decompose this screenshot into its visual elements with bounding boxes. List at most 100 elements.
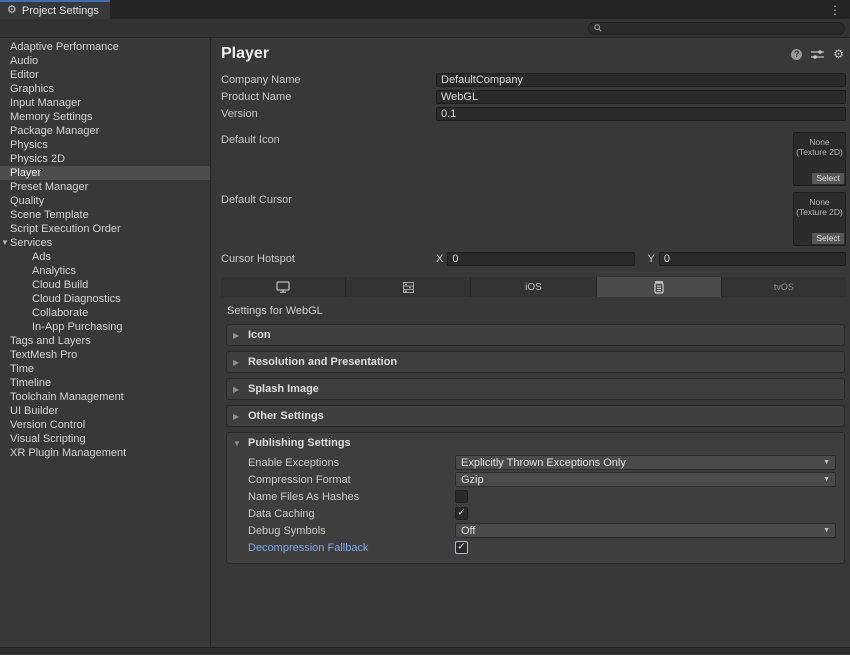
company-name-input[interactable] — [436, 73, 846, 87]
setting-row-debug-symbols: Debug Symbols Off ▼ — [227, 522, 836, 539]
gear-icon[interactable]: ⚙ — [833, 48, 844, 60]
sidebar-item-script-execution-order[interactable]: Script Execution Order — [0, 222, 210, 236]
object-value: None — [794, 197, 845, 207]
section-header-publishing-settings[interactable]: ▼ Publishing Settings — [227, 433, 844, 453]
select-button[interactable]: Select — [812, 233, 844, 244]
tab-title: Project Settings — [22, 5, 99, 17]
sidebar-item-physics[interactable]: Physics — [0, 138, 210, 152]
sidebar-item-label: Services — [10, 237, 52, 249]
cursor-hotspot-x-input[interactable] — [447, 252, 634, 266]
sidebar-item-textmesh-pro[interactable]: TextMesh Pro — [0, 348, 210, 362]
setting-row-compression-format: Compression Format Gzip ▼ — [227, 471, 836, 488]
sidebar-item-package-manager[interactable]: Package Manager — [0, 124, 210, 138]
sidebar-item-xr-plugin-management[interactable]: XR Plugin Management — [0, 446, 210, 460]
decompression-fallback-checkbox[interactable]: ✓ — [455, 541, 468, 554]
section-header-splash-image[interactable]: ▶ Splash Image — [227, 379, 844, 399]
debug-symbols-dropdown[interactable]: Off ▼ — [455, 523, 836, 538]
search-field[interactable] — [588, 22, 845, 35]
section-label: Other Settings — [248, 410, 324, 422]
sidebar-item-collaborate[interactable]: Collaborate — [0, 306, 210, 320]
foldout-closed-icon: ▶ — [233, 385, 242, 394]
product-name-input[interactable] — [436, 90, 846, 104]
check-icon: ✓ — [457, 542, 465, 552]
tab-dedicated-server[interactable] — [346, 277, 471, 297]
sidebar-item-input-manager[interactable]: Input Manager — [0, 96, 210, 110]
enable-exceptions-dropdown[interactable]: Explicitly Thrown Exceptions Only ▼ — [455, 455, 836, 470]
decompression-fallback-label: Decompression Fallback — [248, 542, 455, 554]
settings-toolbar — [0, 19, 850, 38]
platform-tab-bar: iOS tvOS — [221, 277, 846, 297]
tab-label: tvOS — [774, 282, 794, 292]
default-cursor-object-picker[interactable]: None (Texture 2D) Select — [793, 192, 846, 246]
sidebar-item-services[interactable]: ▼Services — [0, 236, 210, 250]
section-other-settings: ▶ Other Settings — [226, 405, 845, 427]
company-name-label: Company Name — [221, 74, 436, 86]
data-caching-label: Data Caching — [248, 508, 455, 520]
default-icon-object-picker[interactable]: None (Texture 2D) Select — [793, 132, 846, 186]
sidebar-item-preset-manager[interactable]: Preset Manager — [0, 180, 210, 194]
sidebar-item-in-app-purchasing[interactable]: In-App Purchasing — [0, 320, 210, 334]
section-header-other-settings[interactable]: ▶ Other Settings — [227, 406, 844, 426]
default-cursor-label: Default Cursor — [221, 192, 292, 206]
sidebar-item-quality[interactable]: Quality — [0, 194, 210, 208]
sidebar-item-physics-2d[interactable]: Physics 2D — [0, 152, 210, 166]
page-title: Player — [221, 45, 269, 63]
sidebar-item-player[interactable]: Player — [0, 166, 210, 180]
search-input[interactable] — [605, 23, 839, 34]
dropdown-value: Off — [461, 525, 475, 537]
sidebar-item-time[interactable]: Time — [0, 362, 210, 376]
dropdown-value: Explicitly Thrown Exceptions Only — [461, 457, 626, 469]
data-caching-checkbox[interactable]: ✓ — [455, 507, 468, 520]
project-settings-tab[interactable]: ⚙ Project Settings — [0, 0, 110, 19]
foldout-closed-icon: ▶ — [233, 412, 242, 421]
cursor-hotspot-y-input[interactable] — [659, 252, 846, 266]
settings-for-platform-heading: Settings for WebGL — [221, 305, 846, 317]
sidebar-item-memory-settings[interactable]: Memory Settings — [0, 110, 210, 124]
sidebar-item-toolchain-management[interactable]: Toolchain Management — [0, 390, 210, 404]
presets-icon[interactable] — [811, 49, 824, 60]
x-axis-label: X — [436, 253, 447, 265]
settings-sidebar: Adaptive Performance Audio Editor Graphi… — [0, 38, 211, 647]
tab-ios[interactable]: iOS — [471, 277, 596, 297]
foldout-open-icon: ▼ — [233, 439, 242, 448]
section-header-resolution[interactable]: ▶ Resolution and Presentation — [227, 352, 844, 372]
object-type: (Texture 2D) — [794, 147, 845, 157]
sidebar-item-version-control[interactable]: Version Control — [0, 418, 210, 432]
sidebar-item-graphics[interactable]: Graphics — [0, 82, 210, 96]
cursor-hotspot-label: Cursor Hotspot — [221, 253, 436, 265]
window-titlebar: ⚙ Project Settings ⋮ — [0, 0, 850, 19]
sidebar-item-cloud-diagnostics[interactable]: Cloud Diagnostics — [0, 292, 210, 306]
sidebar-item-scene-template[interactable]: Scene Template — [0, 208, 210, 222]
compression-format-dropdown[interactable]: Gzip ▼ — [455, 472, 836, 487]
sidebar-item-ui-builder[interactable]: UI Builder — [0, 404, 210, 418]
sidebar-item-visual-scripting[interactable]: Visual Scripting — [0, 432, 210, 446]
version-input[interactable] — [436, 107, 846, 121]
check-icon: ✓ — [457, 508, 465, 518]
section-header-icon[interactable]: ▶ Icon — [227, 325, 844, 345]
dropdown-value: Gzip — [461, 474, 484, 486]
sidebar-item-tags-and-layers[interactable]: Tags and Layers — [0, 334, 210, 348]
chevron-down-icon: ▼ — [823, 476, 830, 483]
tab-standalone[interactable] — [221, 277, 346, 297]
sidebar-item-timeline[interactable]: Timeline — [0, 376, 210, 390]
bottom-status-strip — [0, 647, 850, 654]
search-icon — [594, 24, 602, 32]
sidebar-item-ads[interactable]: Ads — [0, 250, 210, 264]
sidebar-item-audio[interactable]: Audio — [0, 54, 210, 68]
enable-exceptions-label: Enable Exceptions — [248, 457, 455, 469]
webgl-icon — [654, 281, 664, 294]
sidebar-item-adaptive-performance[interactable]: Adaptive Performance — [0, 40, 210, 54]
setting-row-data-caching: Data Caching ✓ — [227, 505, 836, 522]
section-label: Splash Image — [248, 383, 319, 395]
section-resolution-and-presentation: ▶ Resolution and Presentation — [226, 351, 845, 373]
sidebar-item-editor[interactable]: Editor — [0, 68, 210, 82]
tab-webgl[interactable] — [597, 277, 722, 297]
name-files-as-hashes-checkbox[interactable] — [455, 490, 468, 503]
select-button[interactable]: Select — [812, 173, 844, 184]
y-axis-label: Y — [648, 253, 659, 265]
sidebar-item-cloud-build[interactable]: Cloud Build — [0, 278, 210, 292]
tab-tvos[interactable]: tvOS — [722, 277, 846, 297]
kebab-menu-icon[interactable]: ⋮ — [820, 0, 850, 19]
help-icon[interactable]: ? — [791, 49, 802, 60]
sidebar-item-analytics[interactable]: Analytics — [0, 264, 210, 278]
